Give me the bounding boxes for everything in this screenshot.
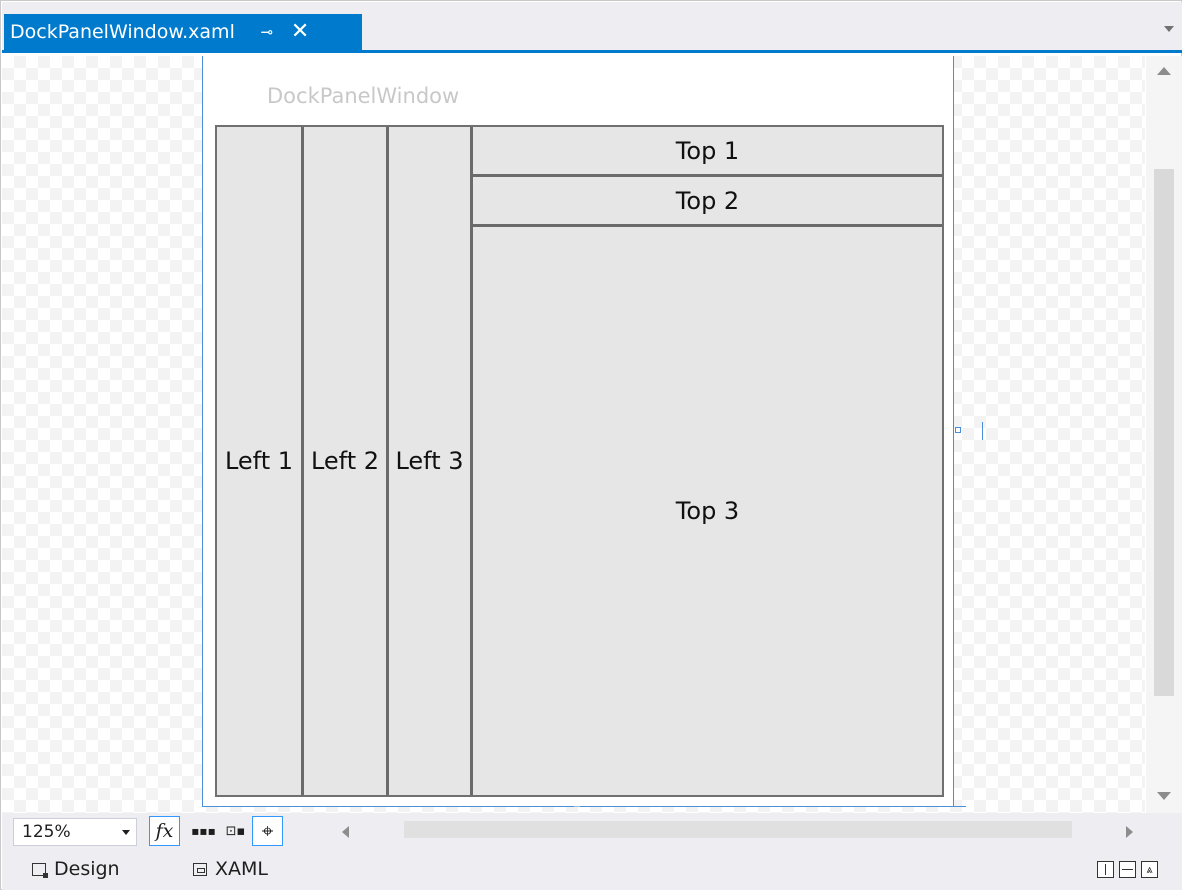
- tab-xaml-label: XAML: [215, 858, 268, 880]
- resize-anchor[interactable]: [955, 427, 961, 433]
- xaml-view-icon: [193, 862, 207, 876]
- tab-design-label: Design: [54, 858, 120, 880]
- grid-icon[interactable]: ▪▪▪: [188, 816, 219, 846]
- scroll-left-icon[interactable]: [342, 826, 349, 838]
- design-view-icon: [32, 862, 48, 878]
- zoom-dropdown[interactable]: 125%: [13, 818, 137, 846]
- horizontal-scroll-thumb[interactable]: [404, 821, 1072, 838]
- design-surface[interactable]: DockPanelWindow Left 1 Left 2 Left 3 Top…: [2, 56, 1145, 813]
- dock-item-left-3[interactable]: Left 3: [389, 127, 470, 795]
- horizontal-split-icon[interactable]: [1119, 861, 1136, 878]
- tab-list-dropdown-icon[interactable]: [1164, 26, 1174, 32]
- window-corner-mark: [954, 806, 966, 807]
- dock-item-top-2[interactable]: Top 2: [473, 177, 942, 224]
- tab-xaml[interactable]: XAML: [193, 854, 268, 884]
- scroll-down-icon[interactable]: [1157, 792, 1171, 800]
- designer-frame: DockPanelWindow.xaml ⊸ ✕ DockPanelWindow…: [0, 0, 1182, 890]
- view-switcher: Design XAML ⩓: [2, 849, 1182, 890]
- scroll-up-icon[interactable]: [1157, 67, 1171, 75]
- scroll-right-icon[interactable]: [1126, 826, 1133, 838]
- snap-icon[interactable]: ⌖: [252, 816, 283, 846]
- dock-item-left-2[interactable]: Left 2: [304, 127, 386, 795]
- chevron-down-icon[interactable]: [122, 830, 130, 835]
- artboard-glyph: ⊡▪: [225, 823, 246, 839]
- document-tab[interactable]: DockPanelWindow.xaml ⊸ ✕: [4, 14, 362, 50]
- dock-item-left-1[interactable]: Left 1: [217, 127, 301, 795]
- document-tab-title[interactable]: DockPanelWindow.xaml: [10, 21, 235, 43]
- collapse-pane-icon[interactable]: ⩓: [1141, 861, 1158, 878]
- zoom-value[interactable]: 125%: [22, 822, 71, 842]
- dock-item-top-3[interactable]: Top 3: [473, 227, 942, 795]
- window-bottom-mark: [574, 806, 580, 807]
- designer-toolbar: 125% fx ▪▪▪ ⊡▪ ⌖: [2, 813, 1182, 849]
- snap-glyph: ⌖: [261, 818, 274, 843]
- close-icon[interactable]: ✕: [291, 21, 309, 43]
- ruler-tick: [982, 422, 983, 440]
- vertical-split-icon[interactable]: [1097, 861, 1114, 878]
- fx-icon[interactable]: fx: [149, 816, 180, 846]
- window-preview[interactable]: DockPanelWindow Left 1 Left 2 Left 3 Top…: [202, 56, 954, 807]
- grid-glyph: ▪▪▪: [191, 824, 216, 838]
- dock-item-top-1[interactable]: Top 1: [473, 127, 942, 174]
- window-title: DockPanelWindow: [267, 84, 460, 108]
- vertical-scrollbar[interactable]: [1146, 56, 1182, 813]
- pin-icon[interactable]: ⊸: [257, 23, 277, 41]
- dock-panel[interactable]: Left 1 Left 2 Left 3 Top 1 Top 2 Top 3: [215, 125, 944, 797]
- artboard-icon[interactable]: ⊡▪: [220, 816, 251, 846]
- vertical-scroll-thumb[interactable]: [1154, 169, 1174, 696]
- tab-design[interactable]: Design: [32, 854, 120, 884]
- fx-label: fx: [155, 820, 174, 842]
- document-tab-strip: DockPanelWindow.xaml ⊸ ✕: [2, 2, 1182, 53]
